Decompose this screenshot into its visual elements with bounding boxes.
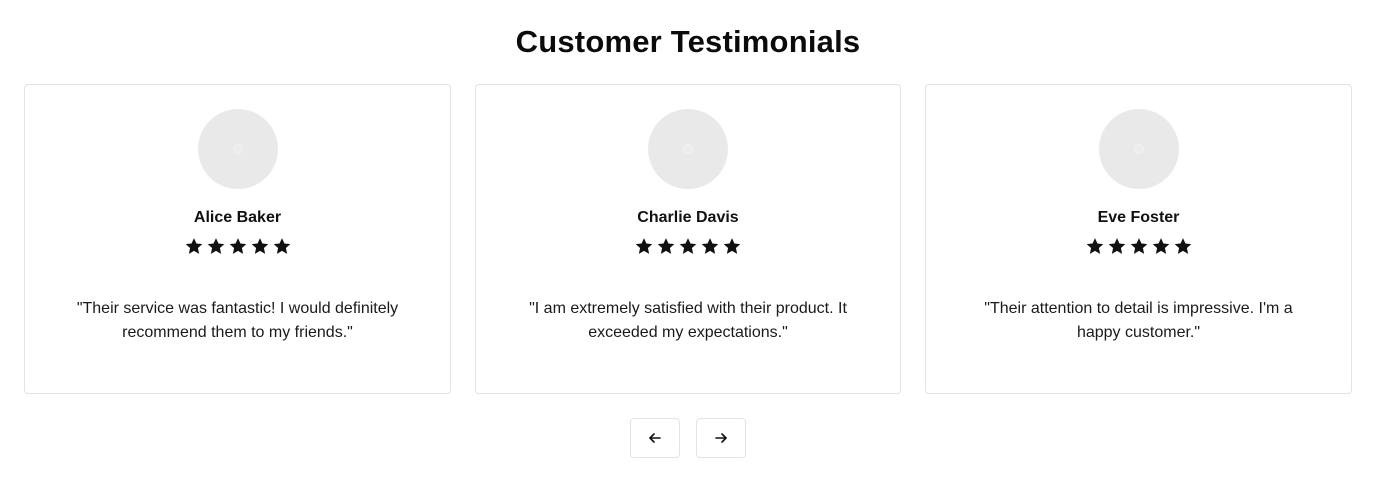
testimonial-cards: Alice Baker "Their service was fantastic… xyxy=(24,84,1352,394)
star-icon xyxy=(656,235,676,257)
star-icon xyxy=(1085,235,1105,257)
star-rating xyxy=(926,235,1351,259)
star-icon xyxy=(184,235,204,257)
avatar xyxy=(648,109,728,189)
avatar-placeholder-icon xyxy=(232,144,243,154)
star-icon xyxy=(1129,235,1149,257)
customer-name: Eve Foster xyxy=(1097,209,1180,226)
page-title: Customer Testimonials xyxy=(515,24,861,59)
previous-button[interactable] xyxy=(630,418,680,458)
next-button[interactable] xyxy=(696,418,746,458)
star-rating xyxy=(476,235,900,259)
avatar-placeholder-icon xyxy=(683,144,693,154)
customer-name: Alice Baker xyxy=(193,209,282,226)
star-icon xyxy=(206,235,226,257)
avatar-placeholder-icon xyxy=(1133,144,1144,154)
star-icon xyxy=(722,235,742,257)
arrow-left-icon xyxy=(648,431,662,445)
star-icon xyxy=(250,235,270,257)
star-icon xyxy=(634,235,654,257)
testimonial-card: Charlie Davis "I am extremely satisfied … xyxy=(475,84,901,394)
testimonial-quote: "Their service was fantastic! I would de… xyxy=(76,300,399,341)
arrow-right-icon xyxy=(714,431,728,445)
testimonial-card: Alice Baker "Their service was fantastic… xyxy=(24,84,451,394)
testimonial-card: Eve Foster "Their attention to detail is… xyxy=(925,84,1352,394)
avatar xyxy=(1098,109,1179,189)
star-icon xyxy=(228,235,248,257)
star-icon xyxy=(1151,235,1171,257)
star-icon xyxy=(700,235,720,257)
star-icon xyxy=(1107,235,1127,257)
avatar xyxy=(197,109,278,189)
testimonial-quote: "I am extremely satisfied with their pro… xyxy=(529,300,847,341)
testimonials-page: Customer Testimonials Alice Baker "Their… xyxy=(0,0,1376,482)
star-rating xyxy=(25,235,450,259)
star-icon xyxy=(272,235,292,257)
star-icon xyxy=(678,235,698,257)
customer-name: Charlie Davis xyxy=(637,209,739,226)
star-icon xyxy=(1173,235,1193,257)
testimonial-quote: "Their attention to detail is impressive… xyxy=(984,300,1293,341)
